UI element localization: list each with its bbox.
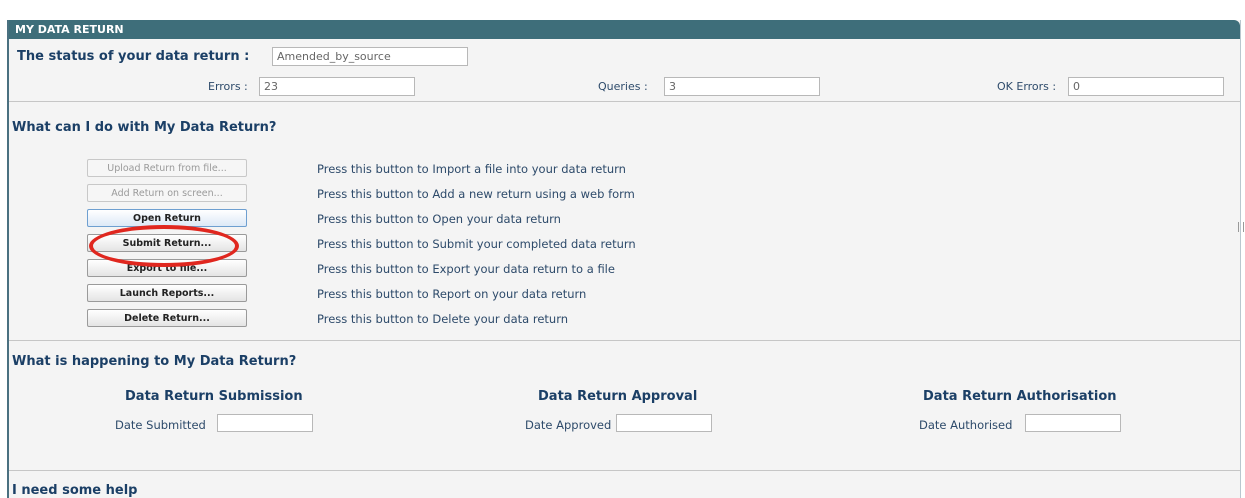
delete-return-desc: Press this button to Delete your data re… — [317, 312, 569, 326]
actions-heading: What can I do with My Data Return? — [12, 120, 277, 135]
panel-title: MY DATA RETURN — [9, 20, 1240, 39]
highlight-circle — [89, 225, 239, 267]
status-field[interactable]: Amended_by_source — [272, 47, 468, 66]
errors-label: Errors : — [208, 80, 248, 93]
submission-title: Data Return Submission — [125, 389, 303, 404]
ok-errors-field[interactable]: 0 — [1068, 77, 1224, 96]
queries-field[interactable]: 3 — [664, 77, 820, 96]
delete-return-button[interactable]: Delete Return... — [87, 309, 247, 327]
date-approved-label: Date Approved — [525, 418, 612, 432]
export-file-desc: Press this button to Export your data re… — [317, 262, 615, 276]
date-submitted-label: Date Submitted — [115, 418, 206, 432]
splitter-grip[interactable] — [1238, 222, 1244, 232]
date-authorised-label: Date Authorised — [919, 418, 1013, 432]
date-authorised-field[interactable] — [1025, 414, 1121, 432]
launch-reports-desc: Press this button to Report on your data… — [317, 287, 587, 301]
divider — [9, 340, 1240, 341]
upload-return-button[interactable]: Upload Return from file... — [87, 159, 247, 177]
errors-field[interactable]: 23 — [259, 77, 415, 96]
open-return-desc: Press this button to Open your data retu… — [317, 212, 561, 226]
add-return-button[interactable]: Add Return on screen... — [87, 184, 247, 202]
status-label: The status of your data return : — [17, 49, 250, 64]
add-return-desc: Press this button to Add a new return us… — [317, 187, 635, 201]
help-heading: I need some help — [12, 483, 138, 498]
ok-errors-label: OK Errors : — [997, 80, 1057, 93]
authorisation-title: Data Return Authorisation — [923, 389, 1117, 404]
date-approved-field[interactable] — [616, 414, 712, 432]
date-submitted-field[interactable] — [217, 414, 313, 432]
upload-return-desc: Press this button to Import a file into … — [317, 162, 626, 176]
divider — [9, 470, 1240, 471]
queries-label: Queries : — [598, 80, 648, 93]
data-return-panel: MY DATA RETURN The status of your data r… — [7, 20, 1241, 498]
submit-return-desc: Press this button to Submit your complet… — [317, 237, 636, 251]
progress-heading: What is happening to My Data Return? — [12, 354, 297, 369]
launch-reports-button[interactable]: Launch Reports... — [87, 284, 247, 302]
divider — [9, 101, 1240, 102]
approval-title: Data Return Approval — [538, 389, 698, 404]
